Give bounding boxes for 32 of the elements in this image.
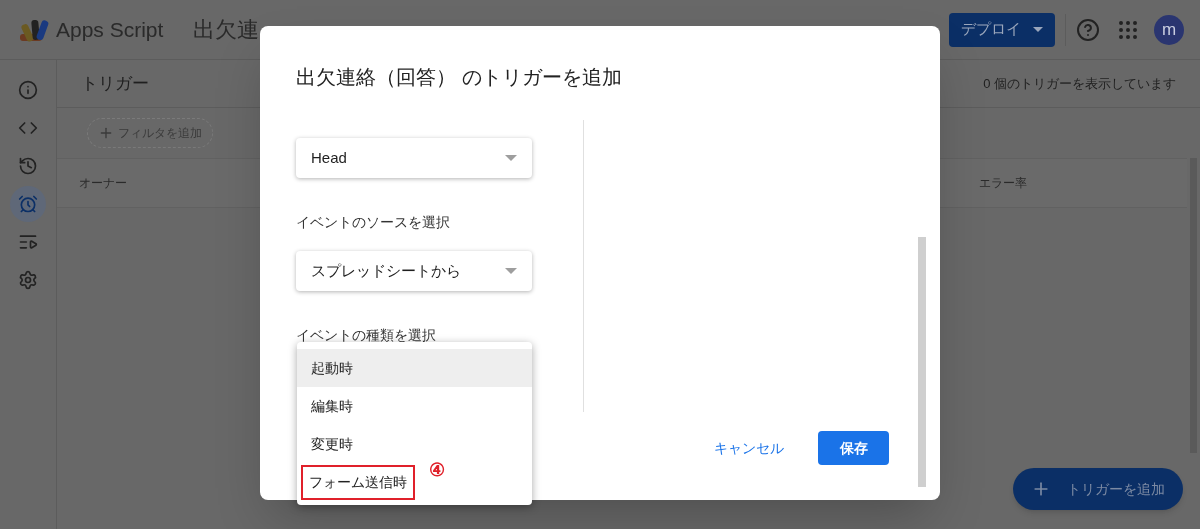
menu-item-label: 変更時 (311, 434, 353, 454)
caret-icon (1033, 27, 1043, 32)
column-header: オーナー (79, 175, 127, 192)
history-icon (18, 156, 38, 176)
add-trigger-button[interactable]: トリガーを追加 (1013, 468, 1183, 510)
settings-icon (18, 270, 38, 290)
menu-item-label: 編集時 (311, 396, 353, 416)
deployment-select[interactable]: Head (296, 138, 532, 178)
dialog-title: 出欠連絡（回答） のトリガーを追加 (296, 65, 622, 90)
field-label: イベントのソースを選択 (296, 213, 451, 232)
source-select[interactable]: スプレッドシートから (296, 251, 532, 291)
sidebar-item[interactable] (10, 186, 46, 222)
field-label: イベントの種類を選択 (296, 326, 437, 345)
save-button[interactable]: 保存 (818, 431, 889, 465)
page-heading: トリガー (81, 72, 149, 95)
avatar[interactable]: m (1154, 14, 1184, 45)
menu-item-label: 起動時 (311, 358, 353, 378)
product-name: Apps Script (56, 16, 164, 43)
executions-icon (18, 232, 38, 252)
plus-icon (98, 125, 114, 141)
menu-item[interactable]: 起動時 (297, 349, 532, 387)
column-header: エラー率 (979, 175, 1027, 192)
project-title: 出欠連 (193, 16, 260, 44)
caret-icon (505, 155, 517, 161)
deploy-button[interactable]: デプロイ (949, 12, 1055, 47)
info-icon (18, 80, 38, 100)
caret-icon (505, 268, 517, 274)
menu-item[interactable]: 編集時 (297, 387, 532, 425)
menu-item-label: フォーム送信時 (303, 466, 413, 498)
help-icon[interactable] (1076, 17, 1100, 42)
cancel-button[interactable]: キャンセル (700, 431, 798, 465)
alarm-icon (18, 194, 38, 214)
